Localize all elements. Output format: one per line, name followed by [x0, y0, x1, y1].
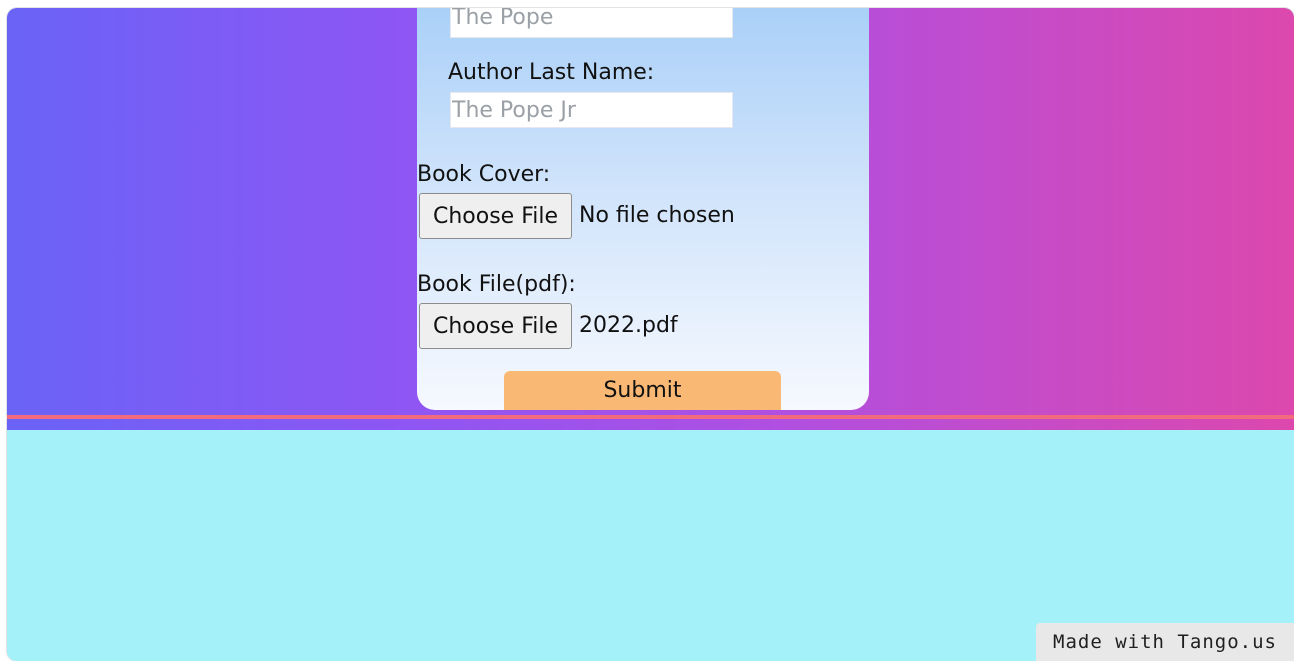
book-cover-file-status: No file chosen — [579, 203, 735, 228]
author-first-name-input[interactable] — [450, 8, 733, 38]
book-file-label: Book File(pdf): — [417, 272, 576, 297]
upload-form-card: Author Last Name: Book Cover: Choose Fil… — [417, 8, 869, 410]
book-cover-label: Book Cover: — [417, 162, 551, 187]
book-cover-choose-file-button[interactable]: Choose File — [419, 193, 572, 239]
hero-section: Author Last Name: Book Cover: Choose Fil… — [7, 8, 1294, 430]
submit-button[interactable]: Submit — [504, 371, 781, 410]
tango-watermark: Made with Tango.us — [1036, 623, 1294, 661]
accent-divider — [7, 415, 1294, 419]
author-last-name-label: Author Last Name: — [448, 60, 655, 85]
book-file-choose-file-button[interactable]: Choose File — [419, 303, 572, 349]
book-file-status: 2022.pdf — [579, 313, 678, 338]
author-last-name-input[interactable] — [450, 92, 733, 128]
browser-viewport: Author Last Name: Book Cover: Choose Fil… — [7, 8, 1294, 661]
